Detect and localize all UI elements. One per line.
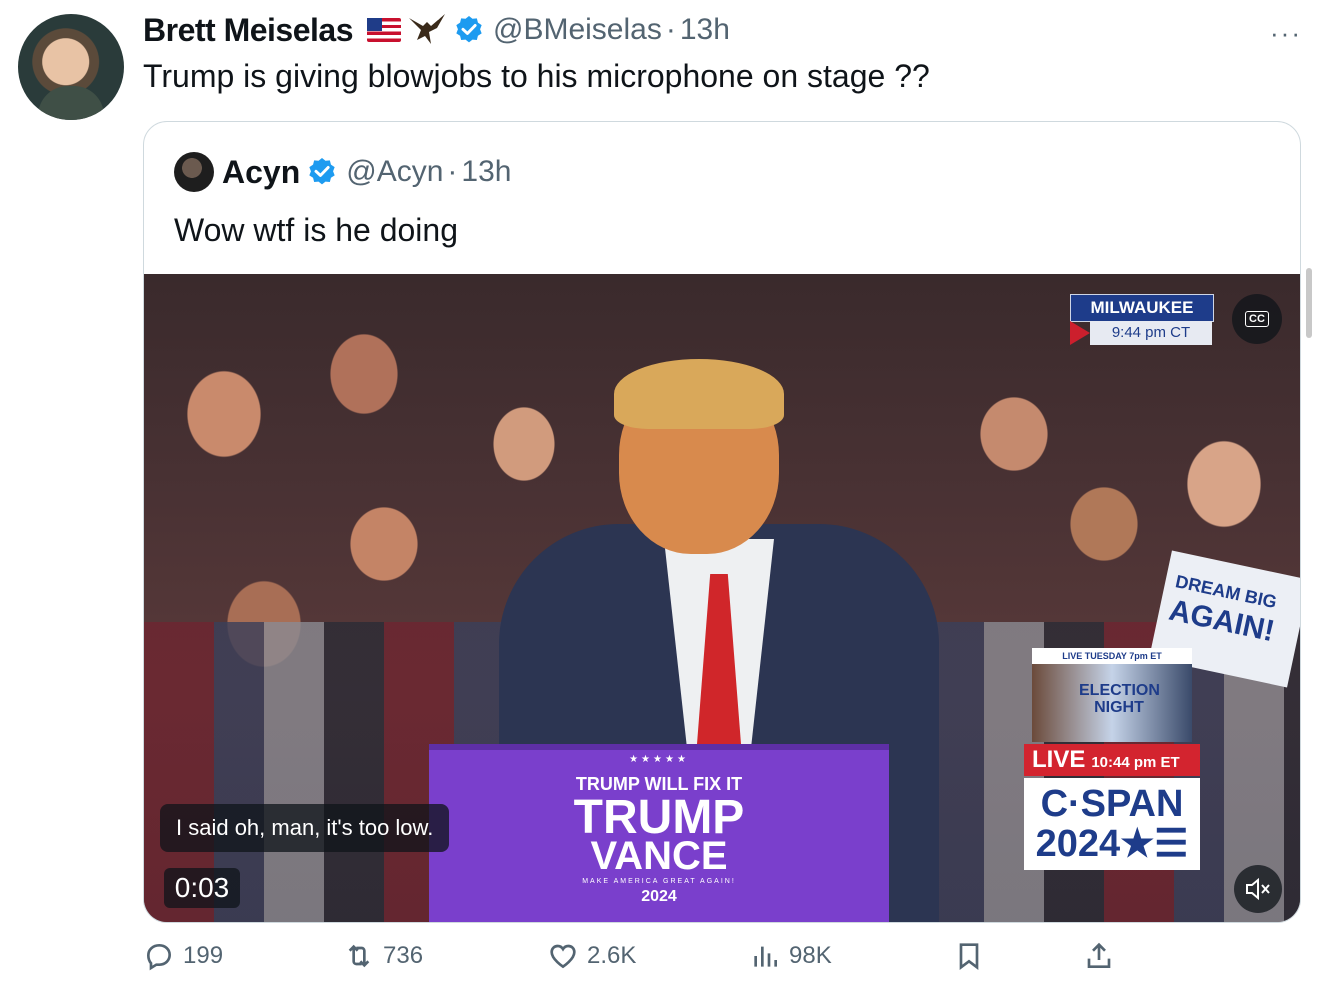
podium-line-4: MAKE AMERICA GREAT AGAIN! bbox=[582, 878, 736, 885]
tweet-actions: 199 736 2.6K 98K bbox=[143, 940, 1143, 980]
repost-button[interactable]: 736 bbox=[343, 940, 423, 972]
scrollbar[interactable] bbox=[1306, 268, 1312, 338]
podium-stars: ★★★★★ bbox=[629, 754, 689, 765]
separator-dot: · bbox=[665, 13, 676, 46]
location-city: MILWAUKEE bbox=[1070, 294, 1214, 322]
video-caption: I said oh, man, it's too low. bbox=[160, 804, 450, 852]
cc-label: CC bbox=[1245, 311, 1269, 327]
repost-count: 736 bbox=[383, 942, 424, 969]
cc-icon[interactable]: CC bbox=[1232, 294, 1282, 344]
reply-button[interactable]: 199 bbox=[143, 940, 223, 972]
quoted-author-avatar[interactable] bbox=[174, 152, 214, 192]
more-options-icon[interactable]: ··· bbox=[1270, 18, 1302, 49]
video-player[interactable]: DREAM BIG AGAIN! ★★★★★ TRUMP WILL FIX IT… bbox=[144, 274, 1300, 922]
bookmark-button[interactable] bbox=[953, 940, 985, 972]
cspan-bug: LIVE TUESDAY 7pm ET ELECTION NIGHT LIVE 1… bbox=[1024, 648, 1202, 878]
views-icon bbox=[754, 946, 777, 967]
tweet-text: Trump is giving blowjobs to his micropho… bbox=[143, 58, 930, 94]
podium-line-5: 2024 bbox=[641, 888, 677, 905]
share-icon bbox=[1087, 942, 1111, 968]
quoted-tweet[interactable]: Acyn @Acyn · 13h Wow wtf is he doing DRE… bbox=[143, 121, 1301, 923]
podium-line-3: VANCE bbox=[590, 834, 728, 878]
verified-badge-icon bbox=[309, 158, 335, 185]
tweet-time[interactable]: 13h bbox=[680, 13, 730, 47]
quoted-author-handle[interactable]: @Acyn bbox=[346, 155, 443, 189]
tweet-header: Brett Meiselas @BMeiselas · 13h bbox=[143, 8, 730, 52]
quoted-author-name[interactable]: Acyn bbox=[222, 154, 300, 191]
location-time: 9:44 pm CT bbox=[1090, 321, 1212, 345]
quoted-tweet-time[interactable]: 13h bbox=[461, 155, 511, 189]
author-name[interactable]: Brett Meiselas bbox=[143, 12, 353, 49]
quoted-tweet-header: Acyn @Acyn · 13h bbox=[174, 152, 511, 192]
cspan-promo: LIVE TUESDAY 7pm ET bbox=[1032, 648, 1192, 664]
quoted-tweet-text: Wow wtf is he doing bbox=[174, 212, 458, 248]
cspan-live-bar: LIVE 10:44 pm ET bbox=[1024, 744, 1200, 776]
cspan-promo-title-2: NIGHT bbox=[1094, 699, 1144, 716]
cspan-brand-1: C·SPAN bbox=[1040, 783, 1184, 825]
location-badge: MILWAUKEE 9:44 pm CT bbox=[1070, 294, 1214, 346]
author-handle[interactable]: @BMeiselas bbox=[493, 13, 662, 47]
like-count: 2.6K bbox=[587, 942, 637, 969]
author-avatar[interactable] bbox=[18, 14, 124, 120]
views-count: 98K bbox=[789, 942, 832, 969]
podium-sign: ★★★★★ TRUMP WILL FIX IT TRUMP VANCE MAKE… bbox=[429, 744, 889, 922]
cspan-live-time: 10:44 pm ET bbox=[1091, 754, 1180, 771]
share-button[interactable] bbox=[1083, 940, 1115, 972]
bookmark-icon bbox=[959, 943, 979, 970]
eagle-icon bbox=[408, 14, 445, 44]
like-icon bbox=[550, 944, 576, 969]
cspan-live-label: LIVE bbox=[1032, 746, 1086, 773]
cspan-brand-2: 2024★☰ bbox=[1035, 823, 1189, 865]
repost-icon bbox=[348, 944, 370, 968]
cspan-promo-title-1: ELECTION bbox=[1079, 682, 1160, 699]
reply-count: 199 bbox=[183, 942, 224, 969]
views-button[interactable]: 98K bbox=[749, 940, 832, 972]
like-button[interactable]: 2.6K bbox=[547, 940, 636, 972]
reply-icon bbox=[146, 943, 172, 971]
verified-badge-icon bbox=[456, 16, 482, 43]
separator-dot: · bbox=[447, 155, 458, 188]
mute-icon[interactable] bbox=[1234, 865, 1282, 913]
cspan-brand: C·SPAN 2024★☰ bbox=[1024, 778, 1200, 870]
cspan-promo-title: ELECTION NIGHT bbox=[1079, 682, 1160, 716]
flag-us-icon bbox=[366, 18, 401, 42]
video-timestamp: 0:03 bbox=[164, 868, 240, 908]
